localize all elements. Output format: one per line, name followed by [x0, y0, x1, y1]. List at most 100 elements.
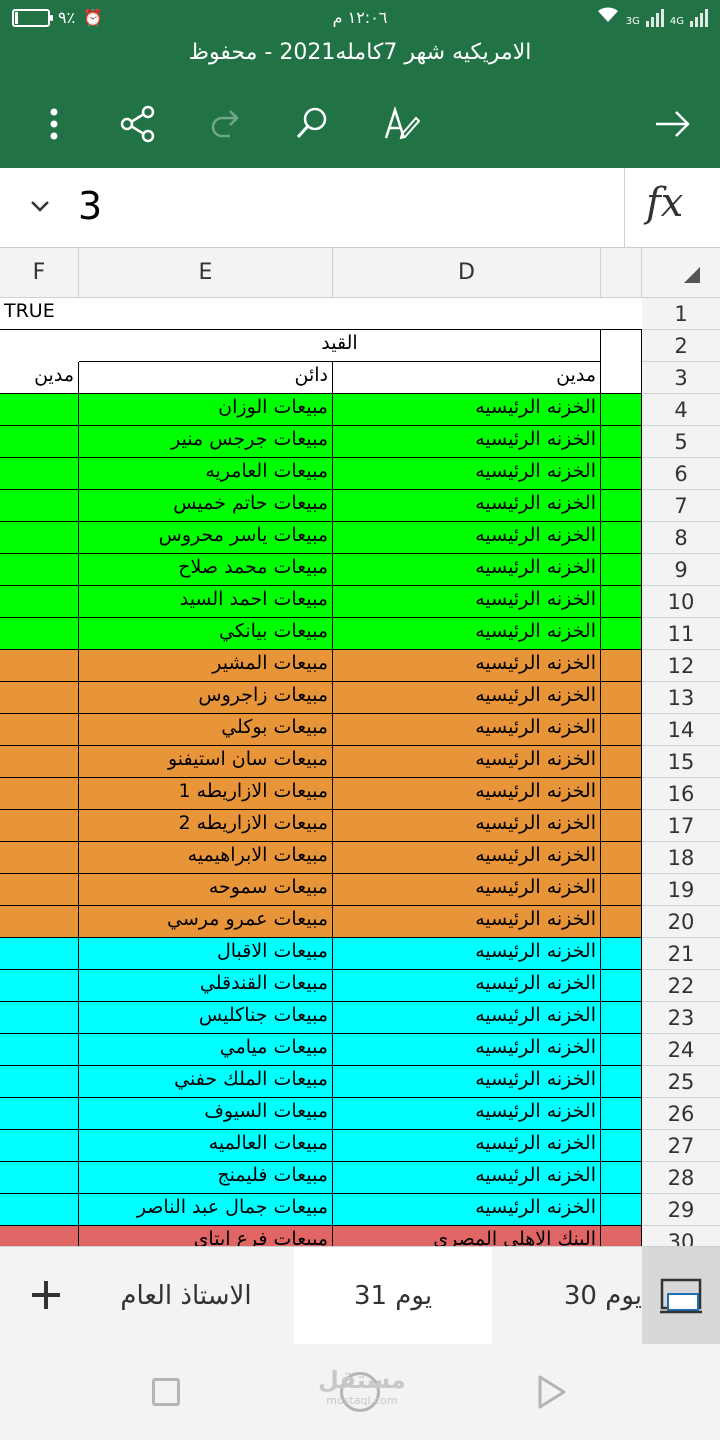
cell-e[interactable]: مبيعات الابراهيميه — [79, 842, 333, 874]
row-number[interactable]: 30 — [642, 1226, 720, 1246]
cell-c[interactable] — [601, 650, 642, 682]
cell-f[interactable] — [0, 490, 79, 522]
cell-e[interactable]: مبيعات زاجروس — [79, 682, 333, 714]
row-number[interactable]: 13 — [642, 682, 720, 714]
chevron-down-icon[interactable] — [22, 194, 58, 222]
cell-d[interactable]: الخزنه الرئيسيه — [333, 1066, 601, 1098]
fx-icon[interactable]: fx — [646, 180, 683, 226]
cell-f[interactable] — [0, 778, 79, 810]
formula-value[interactable]: 3 — [78, 184, 102, 228]
cell-f[interactable] — [0, 1066, 79, 1098]
cell-c[interactable] — [601, 778, 642, 810]
cell-e[interactable]: مبيعات احمد السيد — [79, 586, 333, 618]
cell-c[interactable] — [601, 682, 642, 714]
row-number[interactable]: 6 — [642, 458, 720, 490]
cell-c[interactable] — [601, 938, 642, 970]
cell-e[interactable]: مبيعات ياسر محروس — [79, 522, 333, 554]
select-all-corner[interactable] — [642, 248, 720, 298]
cell-d[interactable]: الخزنه الرئيسيه — [333, 746, 601, 778]
cell-c[interactable] — [601, 810, 642, 842]
cell-d[interactable]: الخزنه الرئيسيه — [333, 714, 601, 746]
cell-c[interactable] — [601, 842, 642, 874]
row-number[interactable]: 8 — [642, 522, 720, 554]
row-number[interactable]: 5 — [642, 426, 720, 458]
cell-f[interactable] — [0, 810, 79, 842]
cell-c[interactable] — [601, 330, 642, 362]
cell-f[interactable] — [0, 1162, 79, 1194]
cell-d[interactable]: الخزنه الرئيسيه — [333, 1194, 601, 1226]
cell-c[interactable] — [601, 394, 642, 426]
cell-f[interactable] — [0, 426, 79, 458]
sheets-list-icon[interactable] — [642, 1247, 720, 1345]
search-icon[interactable] — [288, 100, 336, 148]
row-number[interactable]: 15 — [642, 746, 720, 778]
row-number[interactable]: 18 — [642, 842, 720, 874]
cell-f[interactable] — [0, 522, 79, 554]
row-number[interactable]: 23 — [642, 1002, 720, 1034]
column-header-f[interactable]: F — [0, 248, 79, 298]
row-number[interactable]: 19 — [642, 874, 720, 906]
cell-c[interactable] — [601, 362, 642, 394]
more-icon[interactable] — [30, 100, 78, 148]
tab-general-ledger[interactable]: الاستاذ العام — [80, 1247, 292, 1345]
cell-c[interactable] — [601, 714, 642, 746]
cell-f[interactable] — [0, 554, 79, 586]
cell-e[interactable]: مبيعات الازاريطه 2 — [79, 810, 333, 842]
cell-d[interactable]: مدين — [333, 362, 601, 394]
row-number[interactable]: 20 — [642, 906, 720, 938]
cell-c[interactable] — [601, 1162, 642, 1194]
cell-f[interactable] — [0, 682, 79, 714]
cell-f[interactable] — [0, 1194, 79, 1226]
row-number[interactable]: 9 — [642, 554, 720, 586]
cell-f[interactable] — [0, 330, 79, 362]
redo-icon[interactable] — [202, 100, 250, 148]
row-number[interactable]: 21 — [642, 938, 720, 970]
cell-f[interactable] — [0, 1130, 79, 1162]
row-number[interactable]: 7 — [642, 490, 720, 522]
cell-e[interactable]: مبيعات فليمنج — [79, 1162, 333, 1194]
cell-e[interactable]: مبيعات جناكليس — [79, 1002, 333, 1034]
cell-c[interactable] — [601, 298, 642, 330]
row-number[interactable]: 3 — [642, 362, 720, 394]
row-number[interactable]: 1 — [642, 298, 720, 330]
cell-f[interactable]: مدين — [0, 362, 79, 394]
column-header-c[interactable] — [601, 248, 642, 298]
cell-e[interactable]: مبيعات جرجس منير — [79, 426, 333, 458]
tab-day-31[interactable]: يوم 31 — [294, 1247, 492, 1345]
row-number[interactable]: 12 — [642, 650, 720, 682]
row-number[interactable]: 14 — [642, 714, 720, 746]
cell-e[interactable] — [79, 298, 333, 330]
cell-e[interactable]: مبيعات بيانكي — [79, 618, 333, 650]
cell-c[interactable] — [601, 1226, 642, 1246]
cell-e[interactable]: القيد — [79, 330, 601, 362]
row-number[interactable]: 26 — [642, 1098, 720, 1130]
cell-f[interactable] — [0, 618, 79, 650]
row-number[interactable]: 22 — [642, 970, 720, 1002]
cell-d[interactable]: الخزنه الرئيسيه — [333, 618, 601, 650]
cell-e[interactable]: مبيعات المشير — [79, 650, 333, 682]
cell-d[interactable]: الخزنه الرئيسيه — [333, 1130, 601, 1162]
cell-d[interactable]: الخزنه الرئيسيه — [333, 426, 601, 458]
cell-c[interactable] — [601, 1098, 642, 1130]
cell-f[interactable] — [0, 970, 79, 1002]
cell-e[interactable]: مبيعات ميامي — [79, 1034, 333, 1066]
cell-f[interactable]: TRUE — [0, 298, 79, 330]
row-number[interactable]: 24 — [642, 1034, 720, 1066]
share-icon[interactable] — [114, 100, 162, 148]
cell-d[interactable]: الخزنه الرئيسيه — [333, 554, 601, 586]
cell-f[interactable] — [0, 1226, 79, 1246]
cell-f[interactable] — [0, 458, 79, 490]
cell-d[interactable]: الخزنه الرئيسيه — [333, 906, 601, 938]
cell-c[interactable] — [601, 970, 642, 1002]
cell-c[interactable] — [601, 874, 642, 906]
cell-e[interactable]: مبيعات السيوف — [79, 1098, 333, 1130]
cell-c[interactable] — [601, 1066, 642, 1098]
add-sheet-icon[interactable] — [30, 1279, 62, 1311]
cell-c[interactable] — [601, 746, 642, 778]
column-header-e[interactable]: E — [79, 248, 333, 298]
cell-e[interactable]: مبيعات القندقلي — [79, 970, 333, 1002]
cell-c[interactable] — [601, 586, 642, 618]
cell-e[interactable]: مبيعات جمال عبد الناصر — [79, 1194, 333, 1226]
tab-day-30[interactable]: يوم 30 — [492, 1247, 642, 1345]
cell-e[interactable]: مبيعات محمد صلاح — [79, 554, 333, 586]
